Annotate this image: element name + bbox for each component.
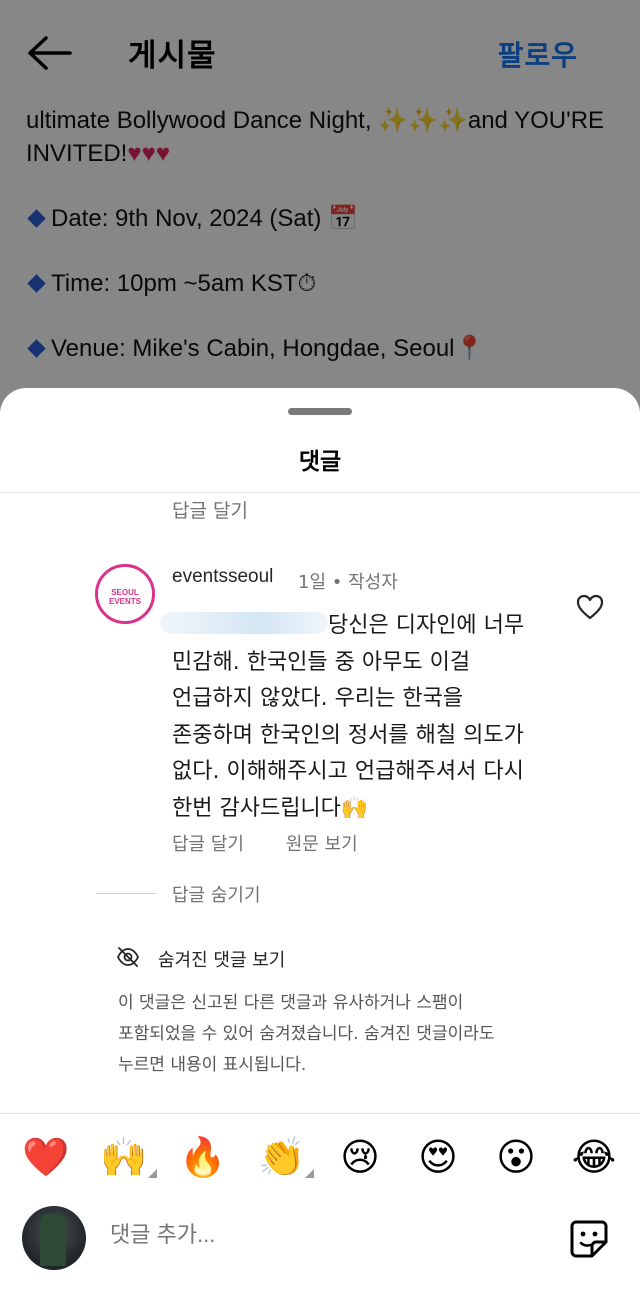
hidden-desc-line-1: 이 댓글은 신고된 다른 댓글과 유사하거나 스팸이 <box>118 993 464 1013</box>
comment-body: 당신은 디자인에 너무 민감해. 한국인들 중 아무도 이걸 언급하지 않았다.… <box>172 608 552 827</box>
hide-replies-button[interactable]: 답글 숨기기 <box>172 881 261 907</box>
emoji-heart-eyes[interactable]: 😍 <box>414 1133 462 1181</box>
emoji-heart[interactable]: ❤️ <box>22 1133 70 1181</box>
sticker-icon[interactable] <box>568 1218 610 1260</box>
hidden-desc-line-3: 누르면 내용이 표시됩니다. <box>118 1055 307 1075</box>
reply-button[interactable]: 답글 달기 <box>172 834 244 855</box>
hidden-desc-line-2: 포함되었을 수 있어 숨겨졌습니다. 숨겨진 댓글이라도 <box>118 1024 495 1044</box>
see-original-button[interactable]: 원문 보기 <box>286 834 358 855</box>
comment-line-3: 언급하지 않았다. 우리는 한국을 <box>172 686 464 711</box>
avatar-text-1: SEOUL <box>111 588 139 597</box>
comment-composer <box>0 1204 640 1274</box>
comment-actions: 답글 달기 원문 보기 <box>172 830 394 856</box>
comment-line-5: 없다. 이해해주시고 언급해주셔서 다시 <box>172 759 524 784</box>
sheet-title: 댓글 <box>298 449 342 475</box>
comment-username[interactable]: eventsseoul <box>172 566 273 588</box>
reply-button[interactable]: 답글 달기 <box>172 496 248 523</box>
avatar-text-2: EVENTS <box>108 597 141 606</box>
emoji-laughing[interactable]: 😂 <box>570 1133 618 1181</box>
skin-tone-indicator <box>305 1169 314 1178</box>
comment-meta: 1일 • 작성자 <box>298 572 398 593</box>
emoji-surprised[interactable]: 😮 <box>492 1133 540 1181</box>
emoji-reaction-bar: ❤️ 🙌 🔥 👏 😢 😍 😮 😂 <box>0 1133 640 1193</box>
comments-sheet: 댓글 답글 달기 SEOUL EVENTS eventsseoul 1일 • 작… <box>0 388 640 1290</box>
divider <box>0 492 640 493</box>
hidden-comments-description: 이 댓글은 신고된 다른 댓글과 유사하거나 스팸이 포함되었을 수 있어 숨겨… <box>118 988 578 1081</box>
emoji-clapping[interactable]: 👏 <box>258 1133 306 1181</box>
hidden-comments-label: 숨겨진 댓글 보기 <box>158 950 286 971</box>
comment-line-4: 존중하며 한국인의 정서를 해칠 의도가 <box>172 722 524 748</box>
drag-handle[interactable] <box>288 408 352 415</box>
raising-hands-icon: 🙌 <box>340 795 369 821</box>
author-badge: 작성자 <box>348 572 398 593</box>
emoji-fire[interactable]: 🔥 <box>179 1133 227 1181</box>
avatar[interactable]: SEOUL EVENTS <box>95 564 155 624</box>
comment-line-1: 당신은 디자인에 너무 <box>328 613 525 638</box>
comment-time: 1일 <box>298 572 327 593</box>
avatar-figure <box>40 1214 66 1266</box>
eye-off-icon <box>116 947 140 967</box>
replies-line <box>96 893 156 894</box>
comment-line-6: 한번 감사드립니다 <box>172 795 341 821</box>
user-avatar <box>22 1206 86 1270</box>
skin-tone-indicator <box>148 1169 157 1178</box>
dancer-icon <box>138 753 152 767</box>
comment-input[interactable] <box>110 1222 398 1248</box>
heart-outline-icon[interactable] <box>576 594 604 620</box>
comment-line-2: 민감해. 한국인들 중 아무도 이걸 <box>172 649 471 675</box>
avatar-logo: SEOUL EVENTS <box>100 569 150 619</box>
divider <box>0 1113 640 1114</box>
emoji-crying[interactable]: 😢 <box>336 1133 384 1181</box>
emoji-raising-hands[interactable]: 🙌 <box>100 1133 148 1181</box>
